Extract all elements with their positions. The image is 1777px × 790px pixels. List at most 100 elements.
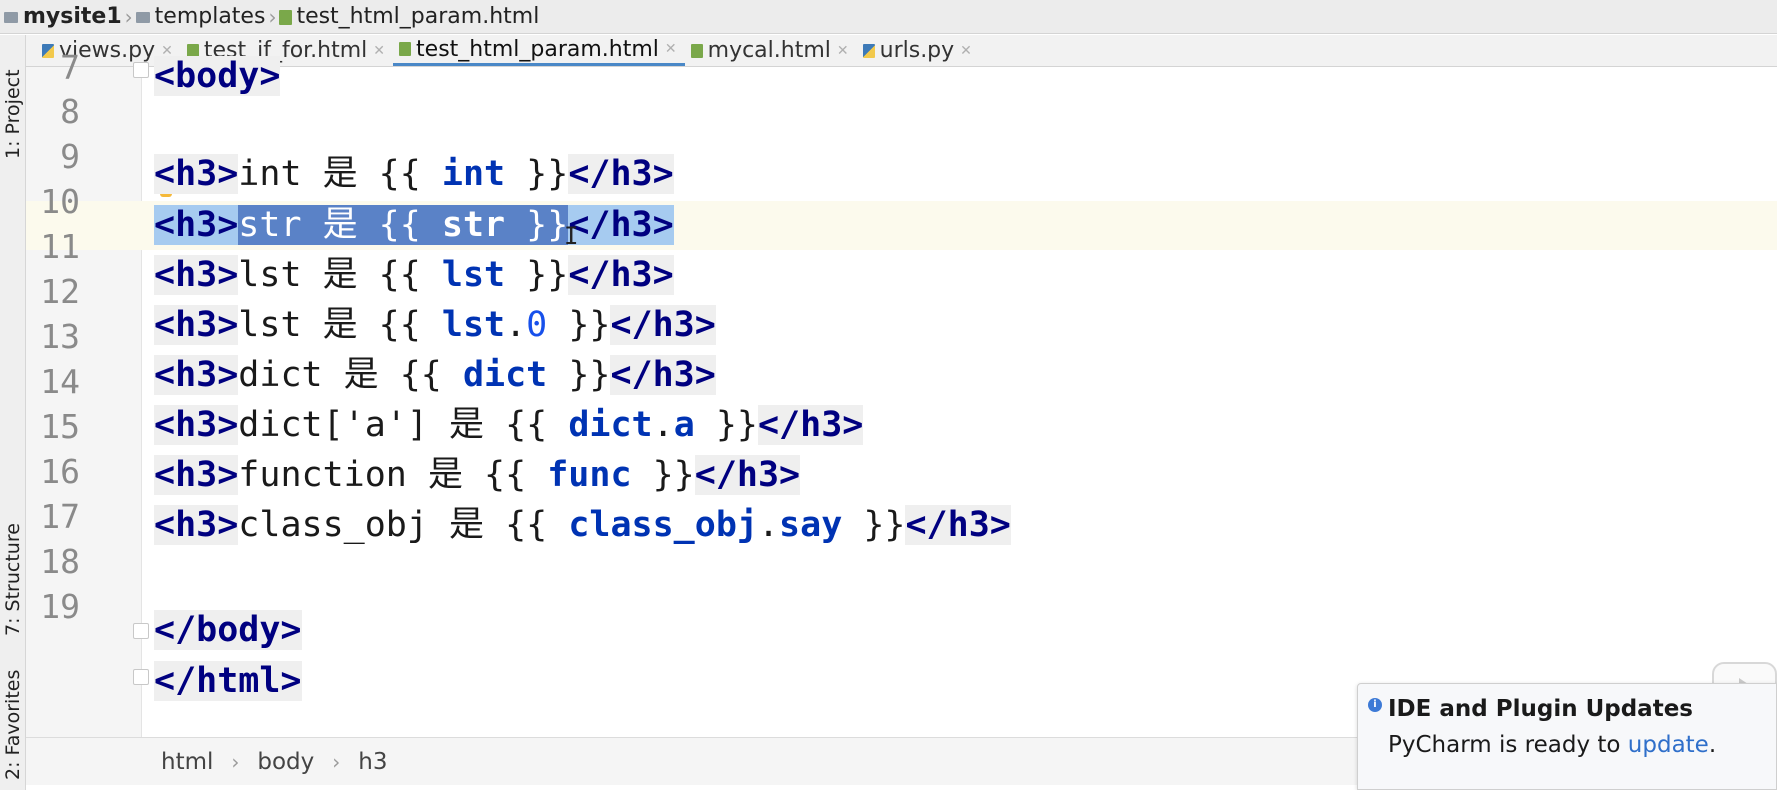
code-tag: </h3>	[757, 405, 864, 445]
navigation-bar: mysite1 › templates › test_html_param.ht…	[0, 0, 1777, 34]
close-icon[interactable]: ✕	[665, 41, 677, 57]
code-variable: lst	[441, 255, 506, 295]
update-link[interactable]: update	[1628, 732, 1709, 758]
fold-icon[interactable]	[133, 623, 149, 639]
html-file-icon	[279, 10, 293, 25]
code-variable: int	[441, 154, 506, 194]
code-tag: </h3>	[694, 455, 801, 495]
tool-window-favorites[interactable]: 2: Favorites	[0, 665, 26, 785]
code-text: str 是 {{	[238, 205, 442, 245]
code-line-9: <h3>int 是 {{ int }}</h3>	[154, 152, 674, 196]
line-number: 10	[40, 182, 80, 221]
code-tag: <body>	[154, 56, 281, 96]
breadcrumb-item-body[interactable]: body	[257, 749, 314, 775]
nav-project[interactable]: mysite1	[4, 4, 122, 29]
tab-mycal[interactable]: mycal.html ✕	[685, 35, 857, 66]
line-number: 19	[40, 587, 80, 626]
code-variable: dict	[462, 355, 548, 395]
code-tag: </h3>	[568, 154, 674, 194]
line-number: 7	[60, 48, 80, 87]
nav-folder[interactable]: templates	[135, 4, 266, 29]
tab-label: test_html_param.html	[416, 36, 659, 62]
nav-separator: ›	[124, 4, 133, 29]
code-line-13: <h3>dict 是 {{ dict }}</h3>	[154, 353, 716, 397]
folder-icon	[4, 12, 18, 23]
code-variable: dict	[568, 405, 653, 445]
code-line-7: <body>	[154, 54, 281, 98]
code-attribute: say	[779, 505, 843, 545]
code-text: }}	[505, 255, 569, 295]
code-text: }}	[842, 505, 906, 545]
tool-window-stripe: 1: Project 7: Structure 2: Favorites	[0, 35, 26, 790]
nav-separator: ›	[268, 4, 277, 29]
code-line-11: <h3>lst 是 {{ lst }}</h3>	[154, 253, 674, 297]
code-tag: <h3>	[154, 154, 239, 194]
code-tag: </html>	[154, 661, 302, 701]
code-tag: <h3>	[154, 505, 239, 545]
python-file-icon	[862, 43, 875, 58]
fold-icon[interactable]	[133, 669, 149, 685]
tab-urls-py[interactable]: urls.py ✕	[857, 35, 980, 66]
line-number: 17	[40, 497, 80, 536]
code-tag: </h3>	[905, 505, 1011, 545]
code-text: }}	[505, 205, 569, 245]
code-tag: </h3>	[610, 305, 716, 345]
code-line-15: <h3>function 是 {{ func }}</h3>	[154, 453, 801, 497]
nav-file[interactable]: test_html_param.html	[279, 4, 539, 29]
line-number: 11	[40, 227, 80, 266]
nav-folder-label: templates	[154, 4, 266, 29]
code-number: 0	[526, 305, 548, 345]
code-tag: <h3>	[154, 205, 239, 245]
code-tag: <h3>	[154, 305, 239, 345]
code-text: }}	[547, 355, 611, 395]
line-number: 9	[60, 137, 80, 176]
close-icon[interactable]: ✕	[837, 43, 849, 59]
code-text: lst 是 {{	[238, 305, 442, 345]
code-tag: <h3>	[154, 455, 239, 495]
code-attribute: a	[673, 405, 695, 445]
tool-window-project[interactable]: 1: Project	[0, 49, 26, 179]
tab-label: urls.py	[879, 38, 955, 63]
line-number: 14	[40, 362, 80, 401]
code-text: }}	[694, 405, 758, 445]
text-cursor-icon: I	[564, 222, 579, 250]
tab-label: mycal.html	[707, 38, 831, 63]
chevron-right-icon: ›	[332, 749, 341, 774]
tab-test-html-param[interactable]: test_html_param.html ✕	[393, 35, 685, 66]
code-variable: str	[441, 205, 506, 245]
code-variable: func	[547, 455, 632, 495]
code-text: function 是 {{	[238, 455, 548, 495]
code-line-16: <h3>class_obj 是 {{ class_obj.say }}</h3>	[154, 503, 1011, 547]
close-icon[interactable]: ✕	[373, 43, 385, 59]
code-variable: class_obj	[568, 505, 758, 545]
close-icon[interactable]: ✕	[960, 43, 972, 59]
code-variable: lst	[441, 305, 506, 345]
line-number: 13	[40, 317, 80, 356]
tool-window-structure[interactable]: 7: Structure	[0, 505, 26, 655]
code-tag: <h3>	[154, 405, 239, 445]
code-text: class_obj 是 {{	[238, 505, 569, 545]
breadcrumb-item-html[interactable]: html	[161, 749, 213, 775]
line-number: 18	[40, 542, 80, 581]
code-dot: .	[652, 405, 674, 445]
fold-icon[interactable]	[133, 62, 149, 78]
nav-project-label: mysite1	[23, 4, 122, 29]
code-line-12: <h3>lst 是 {{ lst.0 }}</h3>	[154, 303, 716, 347]
code-line-19: </html>	[154, 659, 302, 703]
notification-title: IDE and Plugin Updates	[1388, 696, 1693, 722]
code-line-18: </body>	[154, 608, 302, 652]
code-text: }}	[547, 305, 611, 345]
code-tag: </h3>	[610, 355, 716, 395]
code-dot: .	[505, 305, 527, 345]
code-line-14: <h3>dict['a'] 是 {{ dict.a }}</h3>	[154, 403, 864, 447]
code-tag: </body>	[154, 610, 302, 650]
code-text: dict 是 {{	[238, 355, 463, 395]
nav-file-label: test_html_param.html	[296, 4, 540, 29]
update-notification: i IDE and Plugin Updates PyCharm is read…	[1357, 683, 1777, 790]
code-tag: <h3>	[154, 255, 239, 295]
notification-text: PyCharm is ready to	[1388, 732, 1628, 758]
code-text: }}	[631, 455, 695, 495]
code-tag: <h3>	[154, 355, 239, 395]
breadcrumb-item-h3[interactable]: h3	[358, 749, 387, 775]
code-tag: </h3>	[568, 255, 674, 295]
